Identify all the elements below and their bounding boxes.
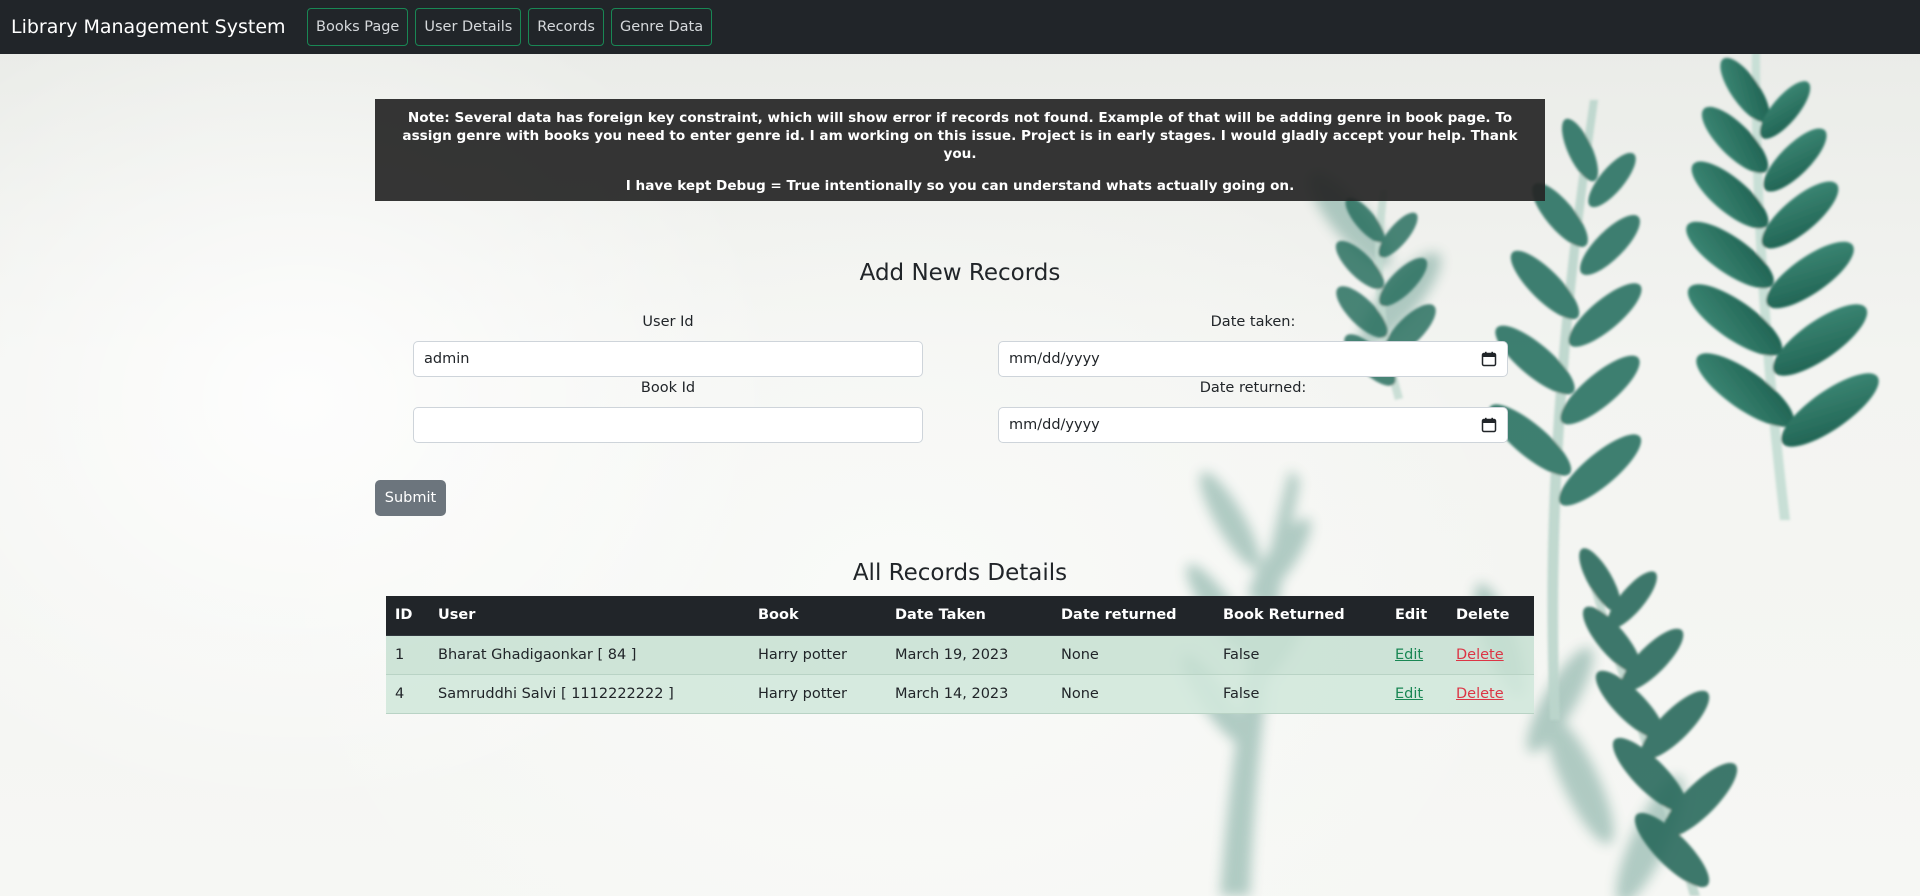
- nav-user-details-button[interactable]: User Details: [415, 8, 522, 46]
- date-taken-placeholder: mm/dd/yyyy: [1009, 351, 1100, 367]
- date-taken-label: Date taken:: [1210, 314, 1296, 330]
- records-table-heading: All Records Details: [852, 560, 1068, 586]
- column-header-user: User: [429, 596, 749, 636]
- edit-link[interactable]: Edit: [1395, 686, 1423, 702]
- nav-genre-data-button[interactable]: Genre Data: [610, 8, 713, 46]
- cell-user: Samruddhi Salvi [ 1112222222 ]: [429, 674, 749, 714]
- cell-id: 1: [386, 635, 429, 675]
- cell-book: Harry potter: [749, 674, 886, 714]
- cell-book-returned: False: [1214, 635, 1386, 675]
- cell-date-taken: March 19, 2023: [886, 635, 1052, 675]
- user-id-label: User Id: [642, 314, 694, 330]
- column-header-book: Book: [749, 596, 886, 636]
- cell-book: Harry potter: [749, 635, 886, 675]
- user-id-value: admin: [424, 351, 470, 367]
- nav-books-page-button[interactable]: Books Page: [307, 8, 409, 46]
- note-text: Note: Several data has foreign key const…: [402, 110, 1518, 162]
- date-returned-input[interactable]: mm/dd/yyyy: [998, 407, 1508, 443]
- column-header-date-returned: Date returned: [1052, 596, 1214, 636]
- calendar-icon[interactable]: [1481, 351, 1497, 367]
- note-banner: Note: Several data has foreign key const…: [375, 99, 1545, 201]
- nav-records-button[interactable]: Records: [528, 8, 604, 46]
- column-header-id: ID: [386, 596, 429, 636]
- brand-title[interactable]: Library Management System: [11, 16, 307, 38]
- calendar-icon[interactable]: [1481, 417, 1497, 433]
- column-header-date-taken: Date Taken: [886, 596, 1052, 636]
- column-header-book-returned: Book Returned: [1214, 596, 1386, 636]
- cell-date-taken: March 14, 2023: [886, 674, 1052, 714]
- delete-link[interactable]: Delete: [1456, 686, 1504, 702]
- column-header-edit: Edit: [1386, 596, 1447, 636]
- cell-book-returned: False: [1214, 674, 1386, 714]
- date-returned-label: Date returned:: [1199, 380, 1307, 396]
- column-header-delete: Delete: [1447, 596, 1534, 636]
- cell-delete: Delete: [1447, 635, 1534, 675]
- table-header-row: ID User Book Date Taken Date returned Bo…: [386, 596, 1534, 636]
- cell-delete: Delete: [1447, 674, 1534, 714]
- top-navbar: Library Management System Books Page Use…: [0, 0, 1920, 54]
- delete-link[interactable]: Delete: [1456, 647, 1504, 663]
- cell-date-returned: None: [1052, 635, 1214, 675]
- add-records-heading: Add New Records: [859, 260, 1061, 286]
- submit-button[interactable]: Submit: [375, 480, 446, 516]
- date-taken-input[interactable]: mm/dd/yyyy: [998, 341, 1508, 377]
- debug-note-text: I have kept Debug = True intentionally s…: [625, 178, 1295, 194]
- date-returned-placeholder: mm/dd/yyyy: [1009, 417, 1100, 433]
- records-table: ID User Book Date Taken Date returned Bo…: [386, 596, 1534, 714]
- cell-date-returned: None: [1052, 674, 1214, 714]
- table-row: 1 Bharat Ghadigaonkar [ 84 ] Harry potte…: [386, 635, 1534, 675]
- book-id-input[interactable]: [413, 407, 923, 443]
- user-id-input[interactable]: admin: [413, 341, 923, 377]
- cell-user: Bharat Ghadigaonkar [ 84 ]: [429, 635, 749, 675]
- table-row: 4 Samruddhi Salvi [ 1112222222 ] Harry p…: [386, 674, 1534, 714]
- cell-id: 4: [386, 674, 429, 714]
- book-id-label: Book Id: [640, 380, 696, 396]
- edit-link[interactable]: Edit: [1395, 647, 1423, 663]
- cell-edit: Edit: [1386, 635, 1447, 675]
- cell-edit: Edit: [1386, 674, 1447, 714]
